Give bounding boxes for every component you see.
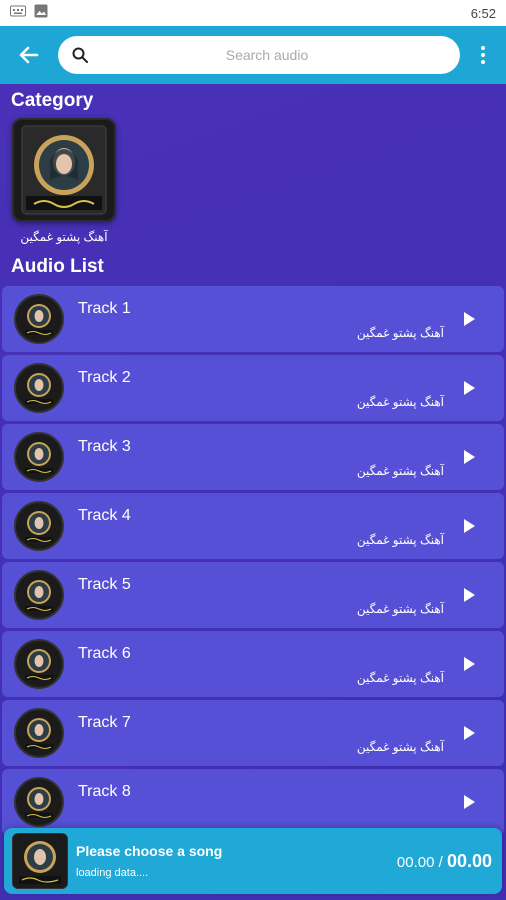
audio-list-heading: Audio List xyxy=(11,256,104,277)
keyboard-icon xyxy=(10,4,26,22)
play-icon xyxy=(463,519,475,533)
status-icons xyxy=(10,4,48,23)
play-button[interactable] xyxy=(454,580,484,610)
track-title: Track 6 xyxy=(78,645,131,662)
track-info: Track 3 آهنگ پشتو غمگین xyxy=(78,424,454,490)
track-avatar xyxy=(14,294,64,344)
track-row[interactable]: Track 1 آهنگ پشتو غمگین xyxy=(2,286,504,352)
play-icon xyxy=(463,312,475,326)
duration: 00.00 xyxy=(446,850,492,871)
play-button[interactable] xyxy=(454,787,484,817)
mini-player[interactable]: Please choose a song loading data.... 00… xyxy=(4,828,502,894)
track-row[interactable]: Track 6 آهنگ پشتو غمگین xyxy=(2,631,504,697)
image-icon xyxy=(34,4,48,23)
track-row[interactable]: Track 5 آهنگ پشتو غمگین xyxy=(2,562,504,628)
play-button[interactable] xyxy=(454,442,484,472)
track-subtitle: آهنگ پشتو غمگین xyxy=(356,395,444,409)
play-button[interactable] xyxy=(454,649,484,679)
track-title: Track 4 xyxy=(78,507,131,524)
track-avatar xyxy=(14,432,64,482)
play-icon xyxy=(463,657,475,671)
track-avatar xyxy=(14,363,64,413)
status-time: 6:52 xyxy=(470,5,496,21)
category-thumbnail xyxy=(12,118,116,222)
player-info: Please choose a song loading data.... xyxy=(76,843,397,879)
search-icon xyxy=(72,47,88,63)
track-row[interactable]: Track 4 آهنگ پشتو غمگین xyxy=(2,493,504,559)
track-subtitle: آهنگ پشتو غمگین xyxy=(356,740,444,754)
track-subtitle: آهنگ پشتو غمگین xyxy=(356,602,444,616)
player-status: loading data.... xyxy=(76,867,149,879)
track-title: Track 7 xyxy=(78,714,131,731)
play-button[interactable] xyxy=(454,511,484,541)
track-avatar xyxy=(14,570,64,620)
track-avatar xyxy=(14,777,64,827)
play-button[interactable] xyxy=(454,304,484,334)
track-title: Track 8 xyxy=(78,783,131,800)
track-info: Track 1 آهنگ پشتو غمگین xyxy=(78,286,454,352)
player-title: Please choose a song xyxy=(76,843,223,859)
play-icon xyxy=(463,726,475,740)
search-input[interactable] xyxy=(88,47,446,63)
player-thumbnail xyxy=(12,833,68,889)
track-info: Track 2 آهنگ پشتو غمگین xyxy=(78,355,454,421)
track-info: Track 4 آهنگ پشتو غمگین xyxy=(78,493,454,559)
track-avatar xyxy=(14,708,64,758)
play-button[interactable] xyxy=(454,718,484,748)
track-row[interactable]: Track 8 xyxy=(2,769,504,835)
app-bar xyxy=(0,26,506,84)
category-name: آهنگ پشتو غمگین xyxy=(20,230,108,244)
track-info: Track 7 آهنگ پشتو غمگین xyxy=(78,700,454,766)
arrow-left-icon xyxy=(19,46,39,64)
track-info: Track 8 xyxy=(78,769,454,835)
track-subtitle: آهنگ پشتو غمگین xyxy=(356,326,444,340)
back-button[interactable] xyxy=(10,36,48,74)
play-button[interactable] xyxy=(454,373,484,403)
track-subtitle: آهنگ پشتو غمگین xyxy=(356,671,444,685)
track-row[interactable]: Track 3 آهنگ پشتو غمگین xyxy=(2,424,504,490)
play-icon xyxy=(463,450,475,464)
category-heading: Category xyxy=(11,90,94,111)
status-bar: 6:52 xyxy=(0,0,506,26)
time-separator: / xyxy=(438,853,443,871)
category-item[interactable]: آهنگ پشتو غمگین xyxy=(12,118,116,244)
play-icon xyxy=(463,795,475,809)
current-time: 00.00 xyxy=(396,853,435,871)
more-options-button[interactable] xyxy=(470,36,496,74)
audio-list: Audio List Track 1 آهنگ پشتو غمگین Track… xyxy=(0,256,506,835)
track-title: Track 2 xyxy=(78,369,131,386)
track-subtitle: آهنگ پشتو غمگین xyxy=(356,533,444,547)
track-info: Track 6 آهنگ پشتو غمگین xyxy=(78,631,454,697)
more-vert-icon xyxy=(481,46,485,50)
track-title: Track 3 xyxy=(78,438,131,455)
track-list: Track 1 آهنگ پشتو غمگین Track 2 آهنگ پشت… xyxy=(0,286,506,835)
track-avatar xyxy=(14,501,64,551)
track-title: Track 5 xyxy=(78,576,131,593)
track-title: Track 1 xyxy=(78,300,131,317)
track-avatar xyxy=(14,639,64,689)
track-info: Track 5 آهنگ پشتو غمگین xyxy=(78,562,454,628)
player-time: 00.00 / 00.00 xyxy=(397,851,492,872)
track-subtitle: آهنگ پشتو غمگین xyxy=(356,464,444,478)
search-bar[interactable] xyxy=(58,36,460,74)
play-icon xyxy=(463,381,475,395)
category-list: آهنگ پشتو غمگین xyxy=(0,118,506,244)
track-row[interactable]: Track 7 آهنگ پشتو غمگین xyxy=(2,700,504,766)
play-icon xyxy=(463,588,475,602)
track-row[interactable]: Track 2 آهنگ پشتو غمگین xyxy=(2,355,504,421)
